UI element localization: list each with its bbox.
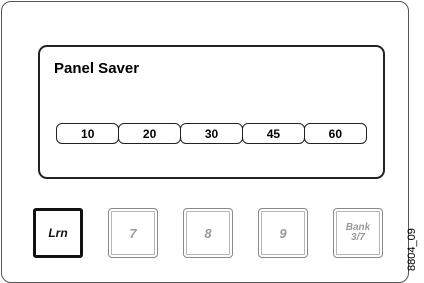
timeout-option-20[interactable]: 20 [117,123,182,144]
learn-key[interactable]: Lrn [33,208,83,258]
key-7-label: 7 [129,225,137,241]
learn-key-label: Lrn [48,226,68,240]
key-9-label: 9 [279,225,287,241]
display-title: Panel Saver [54,60,140,77]
figure-id: 8804_09 [406,228,418,271]
timeout-option-row: 10 20 30 45 60 [56,123,368,144]
timeout-option-30[interactable]: 30 [179,123,244,144]
timeout-option-60[interactable]: 60 [303,123,368,144]
timeout-option-45[interactable]: 45 [241,123,306,144]
bank-key-label: Bank 3/7 [345,222,371,243]
key-7[interactable]: 7 [108,208,158,258]
panel-saver-display: Panel Saver 10 20 30 45 60 [38,45,385,179]
bank-key[interactable]: Bank 3/7 [333,208,383,258]
key-8-label: 8 [204,225,212,241]
control-panel-frame: Panel Saver 10 20 30 45 60 Lrn 7 8 9 Ban… [1,1,409,283]
key-9[interactable]: 9 [258,208,308,258]
timeout-option-10[interactable]: 10 [56,123,120,144]
key-8[interactable]: 8 [183,208,233,258]
